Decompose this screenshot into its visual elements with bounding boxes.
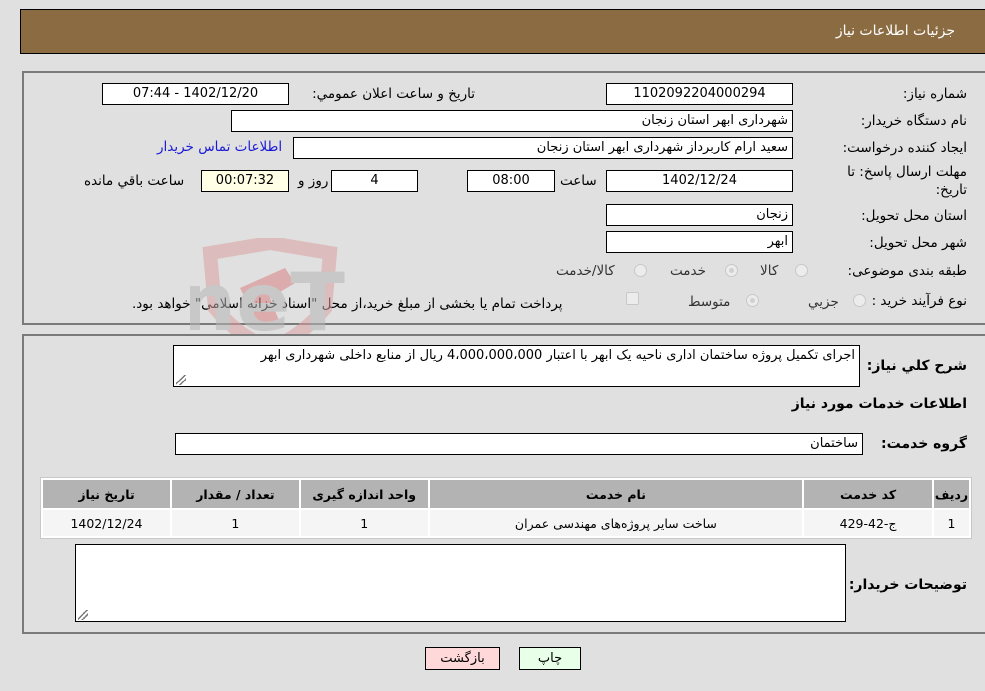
purchase-type-label: نوع فرآیند خرید : <box>871 293 967 309</box>
purchase-type-radio-medium[interactable] <box>746 294 759 307</box>
page-title: جزئیات اطلاعات نیاز <box>835 23 955 39</box>
cell-service-code: ج-42-429 <box>804 510 933 536</box>
remaining-time-field: 00:07:32 <box>201 170 289 192</box>
buyer-notes-textarea[interactable] <box>75 544 846 622</box>
deadline-label: مهلت ارسال پاسخ: تا <box>847 164 967 180</box>
cell-unit: 1 <box>300 510 428 536</box>
cell-row-number: 1 <box>934 510 969 536</box>
buyer-org-label: نام دستگاه خریدار: <box>860 113 967 129</box>
cell-quantity: 1 <box>171 510 299 536</box>
col-header-service-name: نام خدمت <box>429 480 803 508</box>
buyer-contact-link[interactable]: اطلاعات تماس خریدار <box>157 139 282 155</box>
treasury-checkbox[interactable] <box>626 292 639 305</box>
delivery-province-field: زنجان <box>606 204 793 226</box>
remaining-time-label: ساعت باقي مانده <box>84 173 185 189</box>
deadline-time-label: ساعت <box>560 173 597 189</box>
category-radio-goods[interactable] <box>795 264 808 277</box>
table-row: 1 ج-42-429 ساخت سایر پروژه‌های مهندسی عم… <box>43 510 969 536</box>
cell-service-name: ساخت سایر پروژه‌های مهندسی عمران <box>429 510 803 536</box>
service-group-label: گروه خدمت: <box>881 436 967 452</box>
requester-field: سعید ارام کاربرداز شهرداری ابهر استان زن… <box>293 137 793 159</box>
col-header-quantity: تعداد / مقدار <box>171 480 299 508</box>
col-header-service-code: کد خدمت <box>804 480 933 508</box>
treasury-note: پرداخت تمام یا بخشی از مبلغ خرید،از محل … <box>132 296 563 312</box>
resize-grip-icon[interactable] <box>78 610 88 620</box>
resize-grip-icon[interactable] <box>176 375 186 385</box>
cell-need-date: 1402/12/24 <box>43 510 170 536</box>
delivery-province-label: استان محل تحویل: <box>861 208 967 224</box>
col-header-need-date: تاریخ نیاز <box>43 480 170 508</box>
purchase-type-radio-minor[interactable] <box>853 294 866 307</box>
days-field: 4 <box>331 170 418 192</box>
delivery-city-field: ابهر <box>606 231 793 253</box>
category-radio-goods-service[interactable] <box>634 264 647 277</box>
buyer-notes-label: توضیحات خریدار: <box>848 577 967 593</box>
deadline-time-field: 08:00 <box>467 170 555 192</box>
delivery-city-label: شهر محل تحویل: <box>869 235 967 251</box>
print-button[interactable]: چاپ <box>519 647 581 670</box>
days-label: روز و <box>298 173 329 189</box>
deadline-label-date: تاریخ: <box>935 182 967 198</box>
services-table: ردیف کد خدمت نام خدمت واحد اندازه گیری ت… <box>40 477 972 539</box>
description-text: اجرای تکمیل پروژه ساختمان اداری ناحیه یک… <box>260 348 855 363</box>
description-label: شرح كلي نياز: <box>866 358 967 374</box>
description-textarea[interactable]: اجرای تکمیل پروژه ساختمان اداری ناحیه یک… <box>173 345 860 387</box>
buyer-org-field: شهرداری ابهر استان زنجان <box>231 110 793 132</box>
back-button[interactable]: بازگشت <box>425 647 500 670</box>
deadline-date-field: 1402/12/24 <box>606 170 793 192</box>
requester-label: ایجاد کننده درخواست: <box>842 140 967 156</box>
category-label: طبقه بندی موضوعی: <box>847 263 967 279</box>
col-header-row-number: ردیف <box>934 480 969 508</box>
services-heading: اطلاعات خدمات مورد نیاز <box>791 396 967 412</box>
table-header-row: ردیف کد خدمت نام خدمت واحد اندازه گیری ت… <box>43 480 969 508</box>
category-option-service: خدمت <box>670 263 706 279</box>
category-option-goods: کالا <box>760 263 779 279</box>
purchase-type-option-minor: جزیي <box>808 294 839 310</box>
announce-datetime-label: تاریخ و ساعت اعلان عمومي: <box>312 86 475 102</box>
page-header: جزئیات اطلاعات نیاز <box>20 9 985 54</box>
category-radio-service[interactable] <box>725 264 738 277</box>
need-number-label: شماره نیاز: <box>902 86 967 102</box>
announce-datetime-field: 1402/12/20 - 07:44 <box>102 83 289 105</box>
service-group-field: ساختمان <box>175 433 863 455</box>
col-header-unit: واحد اندازه گیری <box>300 480 428 508</box>
category-option-goods-service: کالا/خدمت <box>556 263 615 279</box>
purchase-type-option-medium: متوسط <box>688 294 731 310</box>
need-number-field: 1102092204000294 <box>606 83 793 105</box>
